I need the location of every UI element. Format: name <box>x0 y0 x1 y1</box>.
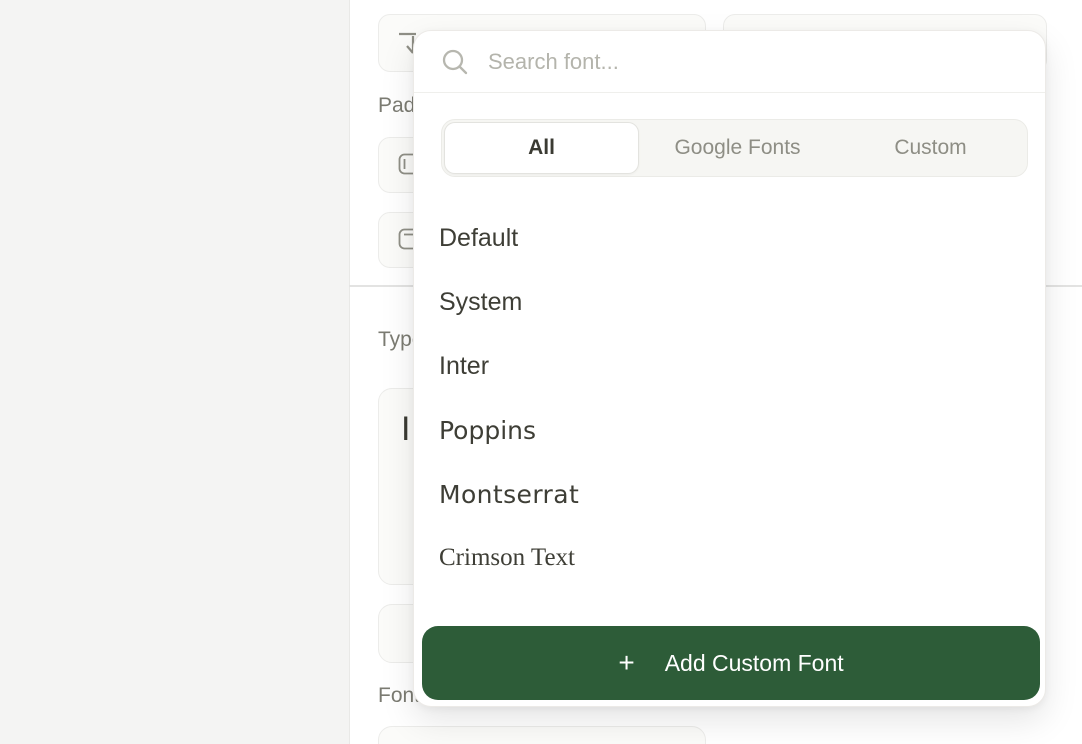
plus-icon: + <box>618 647 635 678</box>
search-icon <box>442 49 468 74</box>
font-option-crimson-text[interactable]: Crimson Text <box>414 526 1045 590</box>
tab-custom[interactable]: Custom <box>834 120 1027 176</box>
font-option-inter[interactable]: Inter <box>414 334 1045 398</box>
font-search-row <box>414 31 1045 93</box>
tab-google-fonts[interactable]: Google Fonts <box>641 120 834 176</box>
font-option-system[interactable]: System <box>414 270 1045 334</box>
font-list: Default System Inter Poppins Montserrat … <box>414 206 1045 590</box>
font-option-poppins[interactable]: Poppins <box>414 398 1045 462</box>
add-custom-font-label: Add Custom Font <box>664 649 844 676</box>
font-picker-popover: All Google Fonts Custom Default System I… <box>413 30 1046 707</box>
font-option-montserrat[interactable]: Montserrat <box>414 462 1045 526</box>
add-custom-font-button[interactable]: + Add Custom Font <box>422 626 1040 700</box>
editor-screen: Padding Typography I Font Family All <box>0 0 1082 744</box>
tab-all[interactable]: All <box>444 122 639 174</box>
font-search-input[interactable] <box>488 48 1025 75</box>
font-preview-text: I <box>401 410 411 448</box>
font-family-field[interactable] <box>378 726 706 744</box>
font-source-tabs: All Google Fonts Custom <box>441 119 1028 177</box>
font-option-default[interactable]: Default <box>414 206 1045 270</box>
